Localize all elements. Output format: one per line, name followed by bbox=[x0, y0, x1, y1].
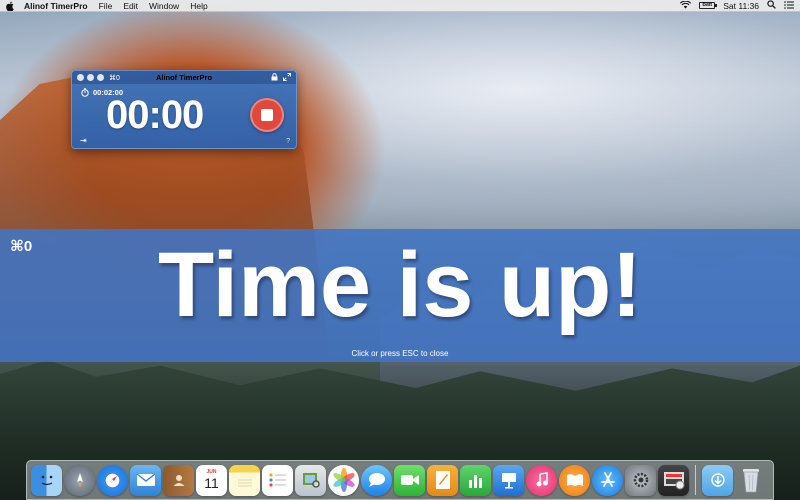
dock-separator bbox=[695, 465, 696, 495]
safari-icon[interactable] bbox=[97, 464, 128, 496]
stop-icon bbox=[261, 109, 273, 121]
menu-window[interactable]: Window bbox=[149, 1, 179, 11]
menu-bar: Alinof TimerPro File Edit Window Help Ba… bbox=[0, 0, 800, 12]
numbers-icon[interactable] bbox=[460, 464, 491, 496]
battery-icon[interactable]: Batt bbox=[699, 2, 718, 9]
calendar-icon[interactable]: JUN 11 bbox=[196, 464, 227, 496]
timer-titlebar[interactable]: ⌘0 bbox=[72, 71, 296, 84]
timer-zoom-button[interactable] bbox=[97, 74, 104, 81]
launchpad-icon[interactable] bbox=[64, 464, 95, 496]
stopwatch-icon bbox=[81, 88, 89, 97]
menu-help[interactable]: Help bbox=[190, 1, 207, 11]
timer-minimize-button[interactable] bbox=[87, 74, 94, 81]
messages-icon[interactable] bbox=[361, 464, 392, 496]
pages-icon[interactable] bbox=[427, 464, 458, 496]
expand-icon[interactable] bbox=[283, 72, 291, 83]
times-up-banner[interactable]: ⌘0 Time is up! Click or press ESC to clo… bbox=[0, 229, 800, 362]
mail-icon[interactable] bbox=[130, 464, 161, 496]
system-preferences-icon[interactable] bbox=[625, 464, 656, 496]
apple-menu-icon[interactable] bbox=[6, 1, 14, 11]
keynote-icon[interactable] bbox=[493, 464, 524, 496]
timer-countdown: 00:00 bbox=[106, 93, 204, 137]
trash-icon[interactable] bbox=[735, 465, 766, 496]
stop-button[interactable] bbox=[250, 98, 284, 132]
battery-label: Batt bbox=[702, 2, 713, 8]
collapse-icon[interactable]: ⇥ bbox=[80, 136, 87, 145]
timer-titlebar-controls bbox=[271, 72, 291, 83]
notes-icon[interactable] bbox=[229, 464, 260, 496]
itunes-icon[interactable] bbox=[526, 464, 557, 496]
facetime-icon[interactable] bbox=[394, 464, 425, 496]
timerpro-dock-icon[interactable] bbox=[658, 464, 689, 496]
preview-icon[interactable] bbox=[295, 464, 326, 496]
ibooks-icon[interactable] bbox=[559, 464, 590, 496]
timer-window[interactable]: ⌘0 Alinof TimerPro 00:02:00 00:00 ⇥ ? bbox=[71, 70, 297, 149]
banner-close-hint: Click or press ESC to close bbox=[351, 349, 449, 358]
menu-edit[interactable]: Edit bbox=[123, 1, 138, 11]
notification-center-icon[interactable] bbox=[784, 0, 794, 11]
status-area: Batt Sat 11:36 bbox=[680, 0, 794, 11]
timer-close-button[interactable] bbox=[77, 74, 84, 81]
finder-icon[interactable] bbox=[31, 464, 62, 496]
menu-app-name[interactable]: Alinof TimerPro bbox=[24, 1, 88, 11]
wifi-icon[interactable] bbox=[680, 0, 692, 11]
menu-file[interactable]: File bbox=[99, 1, 113, 11]
downloads-folder-icon[interactable] bbox=[702, 464, 733, 496]
reminders-icon[interactable] bbox=[262, 464, 293, 496]
dock: JUN 11 bbox=[26, 460, 774, 500]
menu-clock[interactable]: Sat 11:36 bbox=[723, 1, 759, 11]
app-store-icon[interactable] bbox=[592, 464, 623, 496]
calendar-day: 11 bbox=[204, 475, 219, 491]
lock-icon[interactable] bbox=[271, 72, 278, 83]
help-icon[interactable]: ? bbox=[286, 138, 290, 145]
photos-icon[interactable] bbox=[328, 464, 359, 496]
banner-message: Time is up! bbox=[158, 234, 642, 336]
timer-shortcut-label: ⌘0 bbox=[109, 74, 120, 82]
spotlight-icon[interactable] bbox=[767, 0, 776, 11]
contacts-icon[interactable] bbox=[163, 464, 194, 496]
